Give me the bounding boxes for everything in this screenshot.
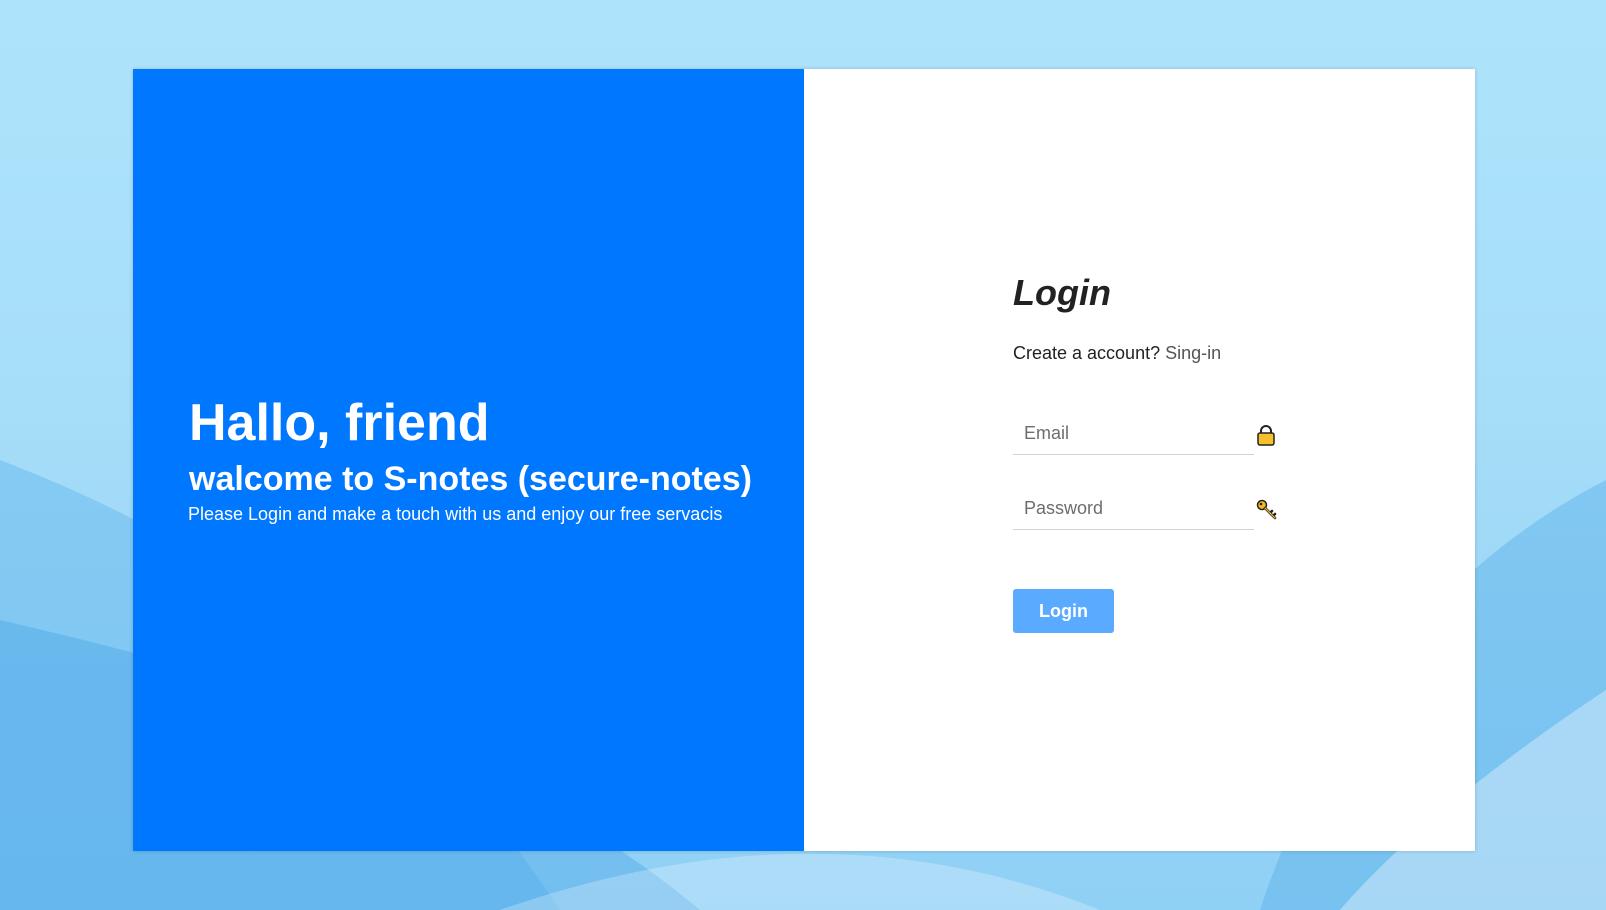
welcome-title: Hallo, friend xyxy=(189,394,490,452)
welcome-panel: Hallo, friend walcome to S-notes (secure… xyxy=(133,69,804,851)
login-title: Login xyxy=(1013,272,1111,313)
key-icon xyxy=(1256,499,1277,521)
email-field[interactable] xyxy=(1013,414,1233,452)
account-prompt: Create a account? xyxy=(1013,343,1161,363)
password-field-wrapper xyxy=(1013,489,1277,530)
login-form: Login Create a account? Sing-in Email Lo… xyxy=(1013,271,1293,633)
email-field-wrapper xyxy=(1013,414,1275,455)
lock-icon xyxy=(1256,424,1276,446)
welcome-text: Please Login and make a touch with us an… xyxy=(188,504,723,524)
signin-link[interactable]: Sing-in xyxy=(1165,343,1221,363)
login-button[interactable]: Login xyxy=(1013,589,1114,633)
welcome-subtitle: walcome to S-notes (secure-notes) xyxy=(189,460,753,498)
welcome-block: Hallo, friend walcome to S-notes (secure… xyxy=(188,393,753,525)
login-card: Hallo, friend walcome to S-notes (secure… xyxy=(133,69,1475,851)
account-prompt-line: Create a account? Sing-in xyxy=(1013,343,1293,364)
login-panel: Login Create a account? Sing-in Email Lo… xyxy=(804,69,1475,851)
password-field[interactable] xyxy=(1013,489,1233,527)
